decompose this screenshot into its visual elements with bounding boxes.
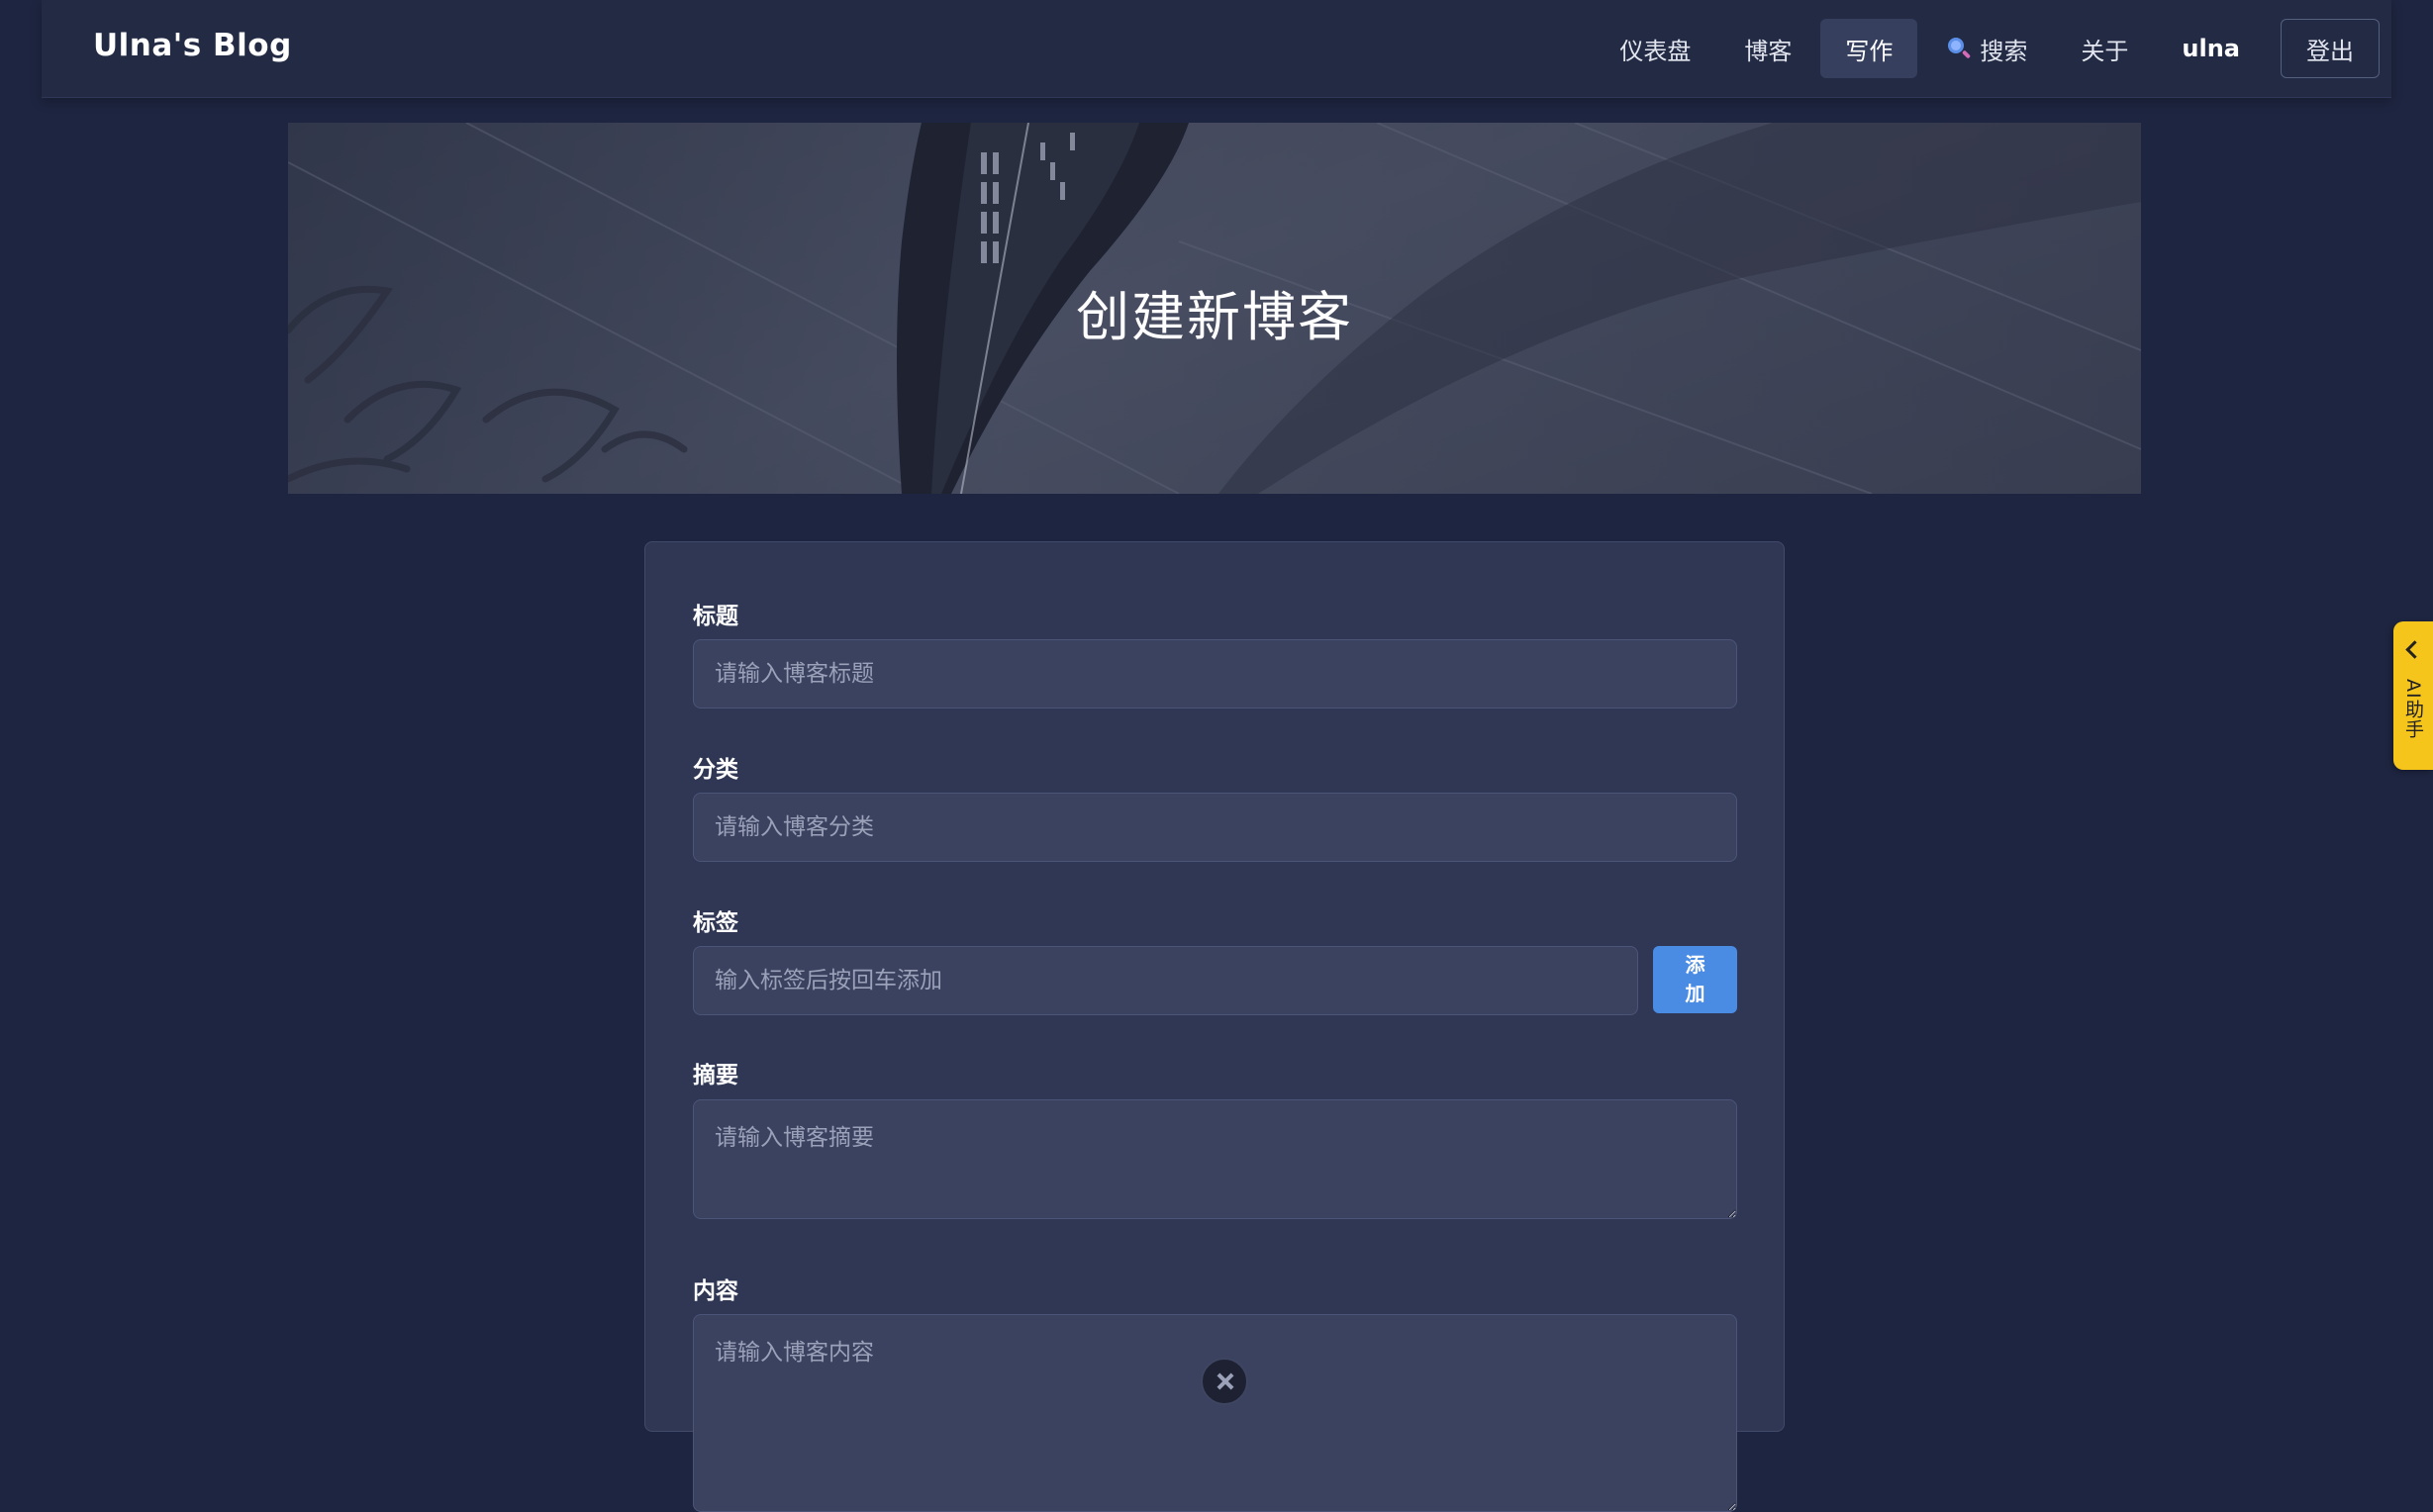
chevron-left-icon bbox=[2405, 640, 2424, 659]
content-label: 内容 bbox=[693, 1278, 738, 1304]
tags-input[interactable] bbox=[693, 946, 1638, 1015]
nav-item-about[interactable]: 关于 bbox=[2056, 19, 2153, 78]
nav-links: 仪表盘 博客 写作 搜索 关于 ulna 登出 bbox=[1591, 17, 2380, 80]
nav-item-search[interactable]: 搜索 bbox=[1921, 19, 2052, 78]
search-icon bbox=[1946, 36, 1972, 61]
category-input[interactable] bbox=[693, 793, 1737, 862]
add-tag-button[interactable]: 添加 bbox=[1653, 946, 1737, 1013]
top-navbar: Ulna's Blog 仪表盘 博客 写作 搜索 关于 ulna 登出 bbox=[42, 0, 2391, 98]
ai-assistant-tab[interactable]: AI助手 bbox=[2393, 621, 2433, 770]
nav-item-label: 博客 bbox=[1744, 37, 1793, 65]
hero-banner: 创建新博客 bbox=[288, 123, 2141, 494]
summary-label: 摘要 bbox=[693, 1063, 738, 1088]
ai-assistant-label: AI助手 bbox=[2402, 679, 2424, 739]
nav-item-blog[interactable]: 博客 bbox=[1719, 19, 1816, 78]
nav-item-label: 仪表盘 bbox=[1619, 37, 1692, 65]
site-brand[interactable]: Ulna's Blog bbox=[93, 28, 292, 63]
logout-button[interactable]: 登出 bbox=[2281, 19, 2380, 78]
nav-item-label: 关于 bbox=[2081, 37, 2129, 65]
title-input[interactable] bbox=[693, 639, 1737, 709]
nav-item-label: 写作 bbox=[1845, 37, 1894, 65]
nav-item-label: 搜索 bbox=[1980, 37, 2028, 65]
nav-item-user[interactable]: ulna bbox=[2157, 19, 2265, 78]
category-label: 分类 bbox=[693, 757, 738, 783]
logout-label: 登出 bbox=[2306, 37, 2354, 65]
summary-textarea[interactable] bbox=[693, 1099, 1737, 1219]
tags-label: 标签 bbox=[693, 910, 738, 936]
content-textarea[interactable] bbox=[693, 1314, 1737, 1512]
create-blog-form: 标题 分类 标签 添加 摘要 内容 bbox=[644, 541, 1785, 1512]
page-title: 创建新博客 bbox=[1076, 286, 1353, 348]
nav-item-write[interactable]: 写作 bbox=[1820, 19, 1918, 78]
close-icon[interactable] bbox=[1201, 1358, 1248, 1405]
username-label: ulna bbox=[2182, 35, 2240, 62]
nav-item-dashboard[interactable]: 仪表盘 bbox=[1595, 19, 1715, 78]
title-label: 标题 bbox=[693, 604, 738, 629]
